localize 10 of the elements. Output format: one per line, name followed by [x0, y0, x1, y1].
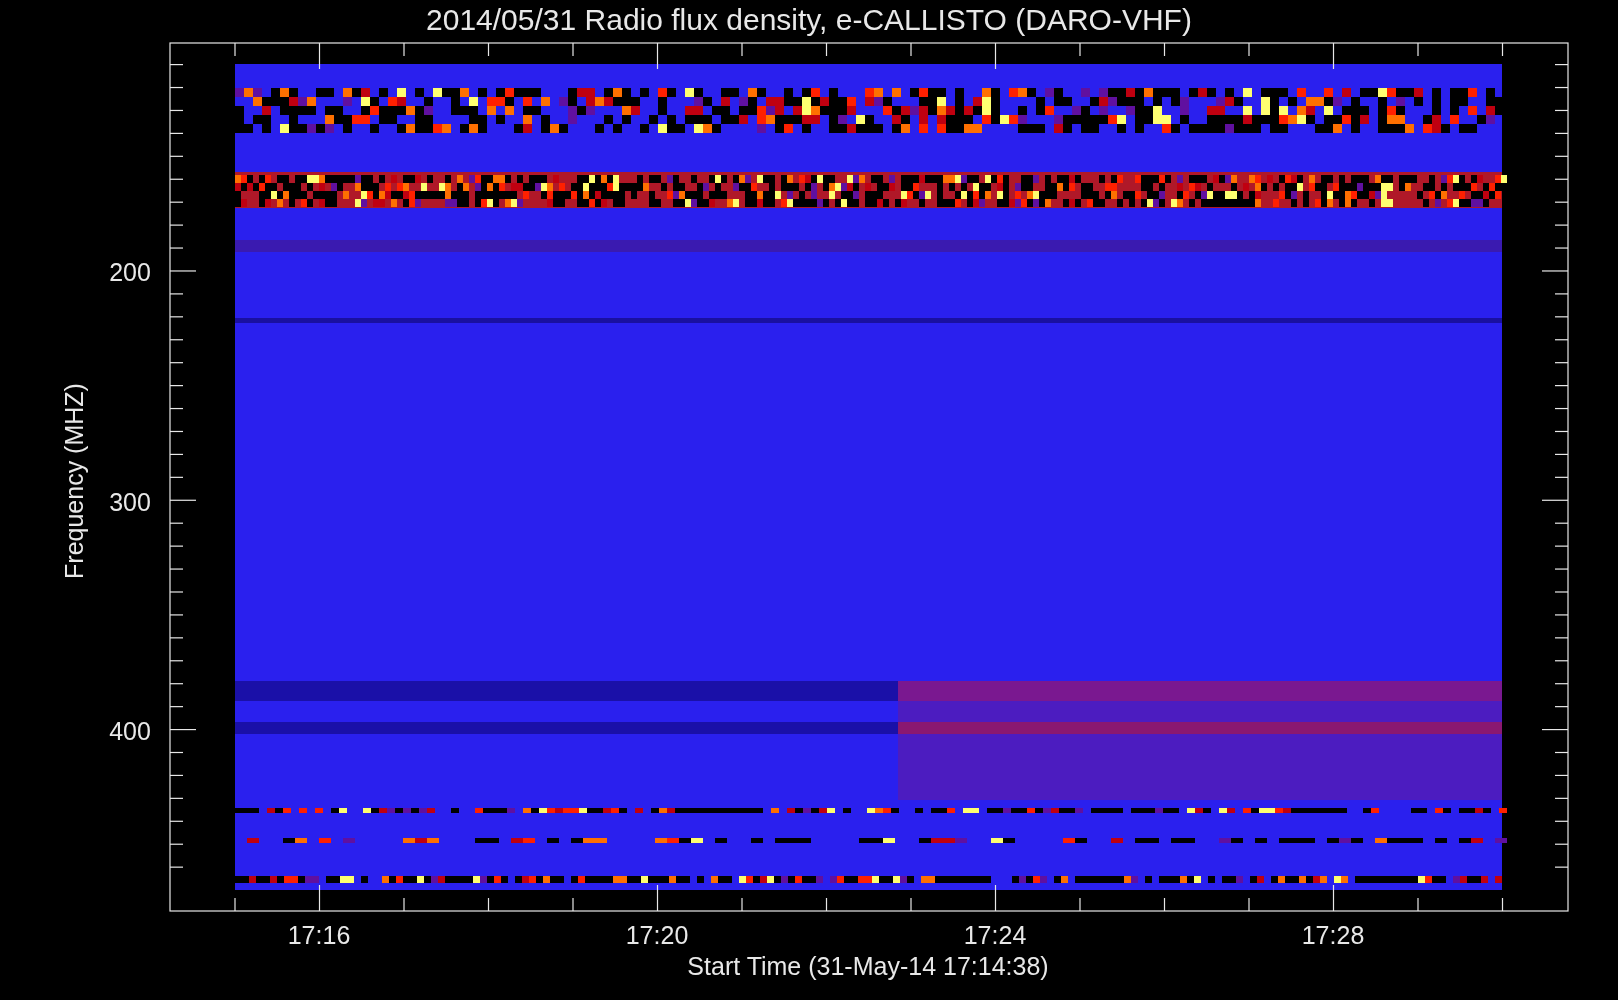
y-axis-label: Frequency (MHZ)	[60, 383, 88, 579]
y-tick-label: 300	[109, 487, 151, 516]
y-tick-label: 200	[109, 258, 151, 286]
x-tick-label: 17:24	[963, 921, 1027, 949]
chart-title: 2014/05/31 Radio flux density, e-CALLISTO (DARO-VHF)	[426, 3, 1192, 36]
x-tick-label: 17:28	[1301, 921, 1365, 949]
x-tick-label: 17:16	[287, 921, 351, 949]
x-axis-label: Start Time (31-May-14 17:14:38)	[687, 952, 1049, 980]
y-tick-label: 400	[109, 717, 151, 745]
x-tick-label: 17:20	[625, 921, 689, 949]
